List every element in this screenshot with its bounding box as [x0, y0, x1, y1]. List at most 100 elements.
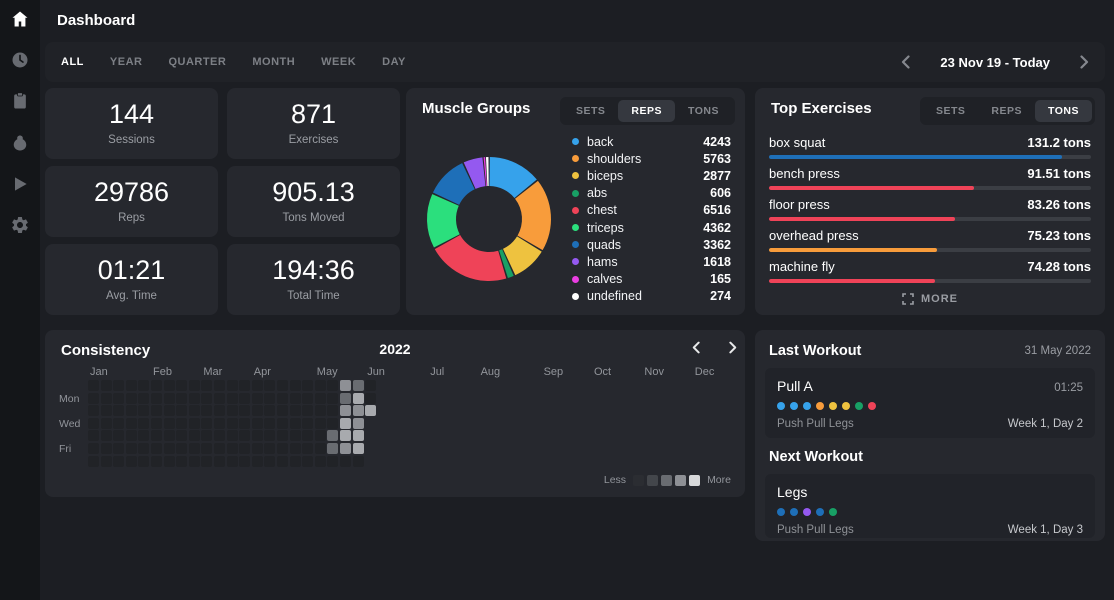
heatmap-cell: [226, 405, 238, 417]
month-label: Mar: [203, 366, 223, 378]
workout-program: Push Pull Legs: [777, 524, 854, 536]
heatmap-cell: [138, 380, 150, 391]
settings-icon[interactable]: [10, 215, 30, 235]
exercise-value: 91.51 tons: [1027, 166, 1091, 181]
weight-icon[interactable]: [10, 133, 30, 153]
heatmap-cell: [226, 430, 238, 442]
clipboard-icon[interactable]: [10, 91, 30, 111]
filter-quarter[interactable]: QUARTER: [168, 56, 226, 68]
play-icon[interactable]: [10, 174, 30, 194]
month-label: May: [316, 366, 338, 378]
legend-square: [661, 474, 673, 486]
legend-dot: [572, 155, 579, 163]
exercise-value: 75.23 tons: [1027, 228, 1091, 243]
heatmap-cell: [151, 417, 162, 429]
heatmap-cell: [163, 430, 175, 442]
heatmap-cell: [113, 405, 125, 417]
more-button[interactable]: MORE: [755, 293, 1105, 305]
chevron-left-icon[interactable]: [901, 55, 911, 69]
tab-tons[interactable]: TONS: [1035, 100, 1092, 122]
heatmap-cell: [138, 405, 150, 417]
last-workout-card[interactable]: Pull A 01:25 Push Pull Legs Week 1, Day …: [765, 368, 1095, 438]
year-next-icon[interactable]: [729, 341, 737, 354]
heatmap-cell: [277, 392, 288, 404]
heatmap-cell: [113, 430, 125, 442]
tab-tons[interactable]: TONS: [675, 100, 732, 122]
heatmap-cell: [239, 417, 251, 429]
heatmap-cell: [176, 380, 188, 391]
tab-sets[interactable]: SETS: [563, 100, 618, 122]
heatmap-cell: [88, 443, 99, 454]
exercise-bar-fill: [769, 217, 956, 221]
stat-value: 144: [108, 99, 155, 129]
consistency-panel: Consistency 2022 Jan Feb Mar Apr May Jun Jul Au…: [45, 330, 745, 497]
heatmap-cell: [201, 380, 213, 391]
top-exercises-title: Top Exercises: [771, 100, 872, 117]
legend-row: triceps 4362: [572, 219, 731, 236]
expand-icon: [902, 293, 914, 305]
exercise-value: 131.2 tons: [1027, 135, 1091, 150]
next-workout-dots: [777, 508, 1083, 516]
heatmap-cell: [214, 417, 225, 429]
muscle-dot: [816, 402, 824, 410]
filter-all[interactable]: ALL: [61, 56, 84, 68]
exercise-value: 83.26 tons: [1027, 197, 1091, 212]
heatmap-legend: Less More: [604, 474, 731, 486]
year-prev-icon[interactable]: [692, 341, 700, 354]
heatmap-cell: [327, 380, 339, 391]
next-workout-title: Next Workout: [769, 449, 863, 465]
exercise-name: floor press: [769, 197, 830, 212]
heatmap-cell: [151, 392, 162, 404]
filter-month[interactable]: MONTH: [252, 56, 295, 68]
filter-options: ALL YEAR QUARTER MONTH WEEK DAY: [61, 56, 406, 68]
more-label: MORE: [921, 293, 958, 305]
heatmap-cell: [125, 417, 137, 429]
legend-value: 6516: [703, 203, 731, 218]
day-label: Mon: [59, 392, 80, 405]
legend-dot: [572, 275, 579, 283]
stat-card: 905.13 Tons Moved: [227, 166, 400, 237]
date-range-label[interactable]: 23 Nov 19 - Today: [940, 55, 1050, 70]
exercise-name: overhead press: [769, 228, 859, 243]
heatmap-cell: [201, 417, 213, 429]
heatmap-cell: [151, 455, 162, 467]
heatmap-cell: [302, 430, 314, 442]
heatmap-cell: [289, 405, 301, 417]
heatmap-cell: [188, 405, 200, 417]
next-workout-card[interactable]: Legs Push Pull Legs Week 1, Day 3: [765, 474, 1095, 538]
legend-value: 5763: [703, 151, 731, 166]
heatmap-cell: [151, 430, 162, 442]
heatmap-cell: [327, 405, 339, 417]
legend-row: shoulders 5763: [572, 150, 731, 167]
filter-year[interactable]: YEAR: [110, 56, 143, 68]
home-icon[interactable]: [10, 9, 30, 29]
muscle-dot: [790, 508, 798, 516]
heatmap-cell: [239, 405, 251, 417]
legend-value: 4243: [703, 134, 731, 149]
tab-reps[interactable]: REPS: [618, 100, 676, 122]
legend-label: quads: [587, 237, 622, 252]
filter-day[interactable]: DAY: [382, 56, 406, 68]
tab-reps[interactable]: REPS: [978, 100, 1035, 122]
heatmap-cell: [352, 417, 364, 429]
history-icon[interactable]: [10, 50, 30, 70]
heatmap-cell: [251, 430, 263, 442]
muscle-dot: [842, 402, 850, 410]
exercise-value: 74.28 tons: [1027, 259, 1091, 274]
filter-week[interactable]: WEEK: [321, 56, 356, 68]
workout-name: Pull A: [777, 378, 813, 394]
heatmap-cell: [327, 455, 339, 467]
heatmap-cell: [163, 455, 175, 467]
legend-value: 1618: [703, 254, 731, 269]
stat-card: 194:36 Total Time: [227, 244, 400, 315]
stat-value: 01:21: [97, 255, 166, 285]
heatmap-cell: [201, 455, 213, 467]
tab-sets[interactable]: SETS: [923, 100, 978, 122]
heatmap-cell: [100, 380, 112, 391]
chevron-right-icon[interactable]: [1080, 55, 1089, 69]
workouts-panel: Last Workout 31 May 2022 Pull A 01:25 Pu…: [755, 330, 1105, 541]
exercise-row-header: bench press 91.51 tons: [769, 166, 1091, 181]
workout-duration: 01:25: [1054, 382, 1083, 394]
heatmap-cell: [352, 392, 364, 404]
muscle-tabs: SETS REPS TONS: [559, 97, 735, 125]
